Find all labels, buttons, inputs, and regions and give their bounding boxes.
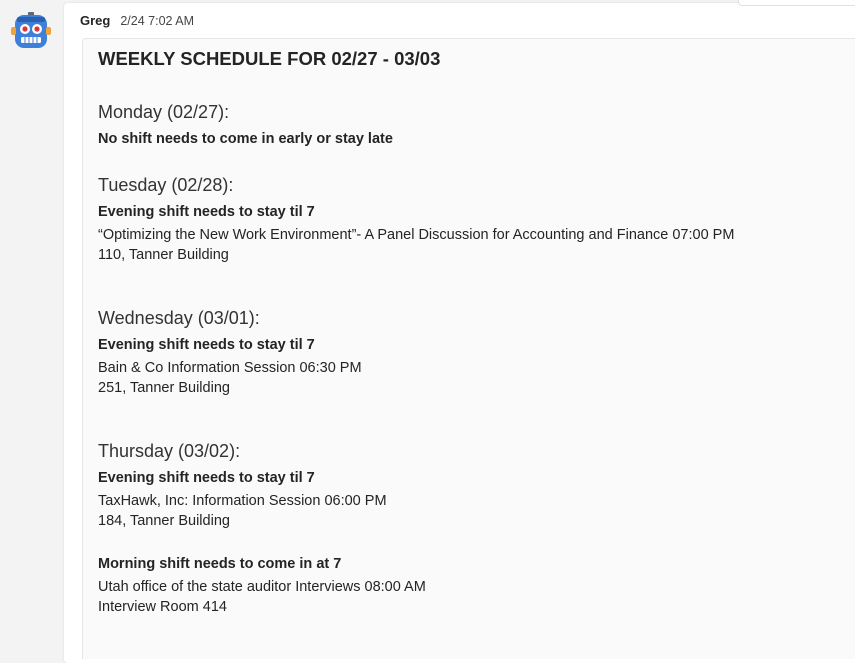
schedule-title: WEEKLY SCHEDULE FOR 02/27 - 03/03 (98, 48, 441, 69)
event-name: “Optimizing the New Work Environment”- A… (98, 227, 735, 243)
event-location: Interview Room 414 (98, 599, 227, 615)
day-heading-thursday: Thursday (03/02): (98, 441, 241, 461)
day-heading-monday: Monday (02/27): (98, 102, 230, 122)
shift-note: Evening shift needs to stay til 7 (98, 470, 315, 486)
day-heading-tuesday: Tuesday (02/28): (98, 175, 234, 195)
shift-note: Evening shift needs to stay til 7 (98, 204, 315, 220)
shift-note: Morning shift needs to come in at 7 (98, 556, 342, 572)
message-timestamp: 2/24 7:02 AM (120, 14, 195, 28)
event-location: 110, Tanner Building (98, 247, 229, 263)
event-name: Utah office of the state auditor Intervi… (98, 579, 426, 595)
event-location: 184, Tanner Building (98, 513, 230, 529)
event-location: 251, Tanner Building (98, 380, 230, 396)
left-gutter (0, 0, 64, 654)
day-heading-wednesday: Wednesday (03/01): (98, 308, 260, 328)
event-name: Bain & Co Information Session 06:30 PM (98, 360, 362, 376)
message-actions-tab (738, 0, 855, 6)
sender-name[interactable]: Greg (80, 13, 110, 28)
robot-icon (11, 12, 51, 48)
message-header: Greg 2/24 7:02 AM (80, 13, 194, 28)
avatar[interactable] (11, 12, 51, 50)
shift-note: Evening shift needs to stay til 7 (98, 337, 315, 353)
shift-note: No shift needs to come in early or stay … (98, 131, 393, 147)
event-name: TaxHawk, Inc: Information Session 06:00 … (98, 493, 387, 509)
